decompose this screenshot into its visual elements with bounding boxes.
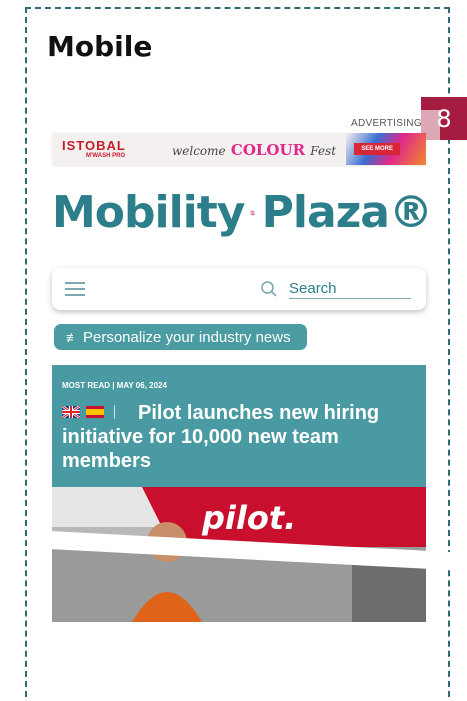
ad-brand: ISTOBAL	[62, 138, 126, 153]
search-input[interactable]	[289, 278, 411, 299]
ad-brand-sub: M'WASH PRO	[86, 153, 126, 159]
ad-tagline-fest: Fest	[310, 144, 337, 158]
sliders-icon: ≢	[66, 329, 79, 345]
ad-tagline: welcome COLOUR Fest	[172, 141, 336, 159]
frame-title: Mobile	[47, 30, 153, 63]
site-logo[interactable]: Mobility Plaza®	[52, 185, 433, 240]
ad-tagline-welcome: welcome	[172, 144, 226, 158]
logo-sphere-icon	[250, 210, 256, 215]
advertising-label: ADVERTISING	[351, 118, 422, 129]
personalize-button[interactable]: ≢ Personalize your industry news	[54, 324, 307, 350]
news-card[interactable]: MOST READ | MAY 06, 2024 Pilot launches …	[52, 365, 426, 487]
search-bar	[52, 268, 426, 310]
menu-icon[interactable]	[65, 282, 85, 296]
search-icon[interactable]	[260, 280, 278, 298]
ad-banner[interactable]: ISTOBAL M'WASH PRO welcome COLOUR Fest S…	[52, 133, 426, 165]
ad-tagline-colour: COLOUR	[230, 141, 306, 159]
page-tear-divider	[30, 530, 450, 570]
news-headline[interactable]: Pilot launches new hiring initiative for…	[62, 401, 422, 473]
news-meta: MOST READ | MAY 06, 2024	[62, 381, 167, 390]
logo-text-right: Plaza®	[261, 187, 433, 238]
logo-text-left: Mobility	[52, 187, 245, 238]
personalize-label: Personalize your industry news	[83, 328, 291, 346]
ad-see-more-button[interactable]: SEE MORE	[354, 143, 400, 155]
